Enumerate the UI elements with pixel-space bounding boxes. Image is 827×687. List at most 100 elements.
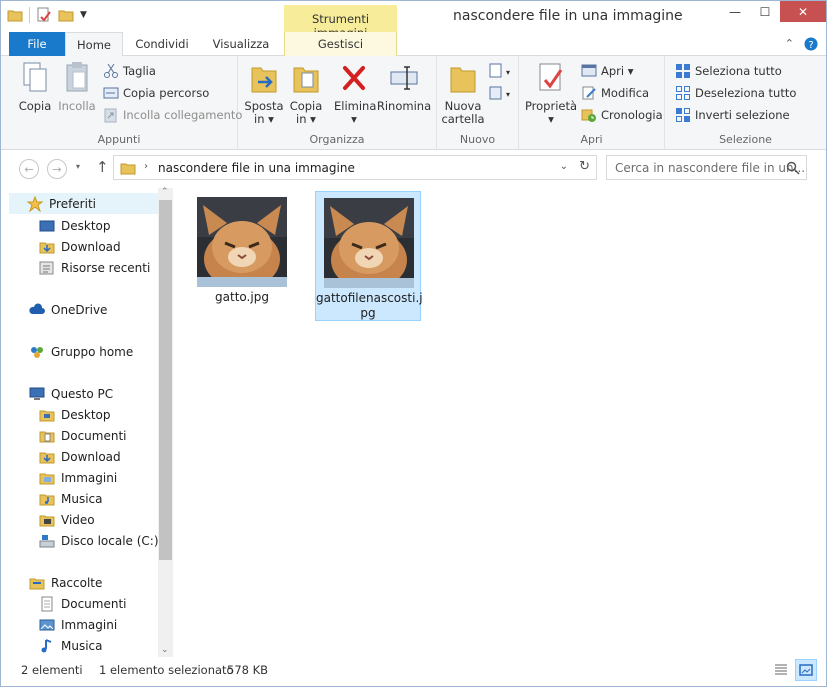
- minimize-button[interactable]: —: [720, 1, 750, 22]
- sposta-in-label: in ▾: [254, 112, 274, 126]
- search-input[interactable]: Cerca in nascondere file in un...: [606, 155, 807, 180]
- nav-item-risorse-recenti[interactable]: Risorse recenti: [39, 257, 150, 278]
- incolla-collegamento-button[interactable]: Incolla collegamento: [103, 105, 242, 125]
- incolla-button[interactable]: Incolla: [57, 60, 97, 113]
- address-bar[interactable]: › nascondere file in una immagine ⌄ ↻: [113, 155, 597, 180]
- nav-item-questo-pc[interactable]: Questo PC: [29, 383, 113, 404]
- nav-item-preferiti[interactable]: Preferiti: [9, 193, 158, 214]
- nav-item-gruppo-home[interactable]: Gruppo home: [29, 341, 133, 362]
- cat-photo-thumbnail: [324, 198, 414, 288]
- address-dropdown-icon[interactable]: ⌄: [560, 161, 568, 172]
- pictures-icon: [39, 619, 55, 630]
- search-placeholder: Cerca in nascondere file in un...: [615, 161, 806, 175]
- recent-locations-icon[interactable]: ▾: [76, 162, 80, 171]
- modifica-label: Modifica: [601, 86, 650, 100]
- sposta-label: Sposta: [244, 99, 284, 113]
- select-all-icon: [676, 64, 690, 78]
- edit-icon: [582, 86, 596, 100]
- nuova-cartella-button[interactable]: Nuova cartella: [441, 60, 485, 126]
- up-arrow-icon[interactable]: ↑: [96, 158, 109, 176]
- forward-button[interactable]: →: [47, 159, 67, 179]
- deseleziona-tutto-button[interactable]: Deseleziona tutto: [675, 83, 796, 103]
- nav-item-pc-immagini[interactable]: Immagini: [39, 467, 117, 488]
- tab-home[interactable]: Home: [65, 32, 123, 57]
- copia-label: Copia: [18, 99, 52, 113]
- scroll-down-icon[interactable]: ⌄: [161, 645, 169, 655]
- nav-item-pc-musica[interactable]: Musica: [39, 488, 103, 509]
- nav-item-disco-locale[interactable]: Disco locale (C:): [39, 530, 159, 551]
- ribbon: Copia Incolla Taglia Copia percorso Inco…: [1, 56, 826, 150]
- refresh-icon[interactable]: ↻: [579, 159, 590, 174]
- svg-text:▾: ▾: [506, 90, 510, 99]
- elimina-button[interactable]: Elimina ▾: [334, 60, 376, 126]
- cronologia-label: Cronologia: [601, 108, 663, 122]
- select-none-icon: [676, 86, 690, 100]
- video-folder-icon: [39, 515, 55, 526]
- sposta-in-button[interactable]: Sposta in ▾: [242, 60, 286, 126]
- apri-button[interactable]: Apri ▾: [581, 61, 634, 81]
- desktop-icon: [39, 220, 55, 231]
- nav-label: Gruppo home: [51, 344, 134, 359]
- nav-item-pc-download[interactable]: Download: [39, 446, 121, 467]
- cronologia-button[interactable]: Cronologia: [581, 105, 663, 125]
- nav-item-raccolte[interactable]: Raccolte: [29, 572, 102, 593]
- search-icon[interactable]: [786, 161, 800, 175]
- tab-file[interactable]: File: [9, 32, 65, 56]
- window-title: nascondere file in una immagine: [453, 8, 683, 24]
- onedrive-cloud-icon: [29, 302, 45, 314]
- group-label: Nuovo: [459, 133, 496, 146]
- scrollbar-thumb[interactable]: [159, 200, 172, 560]
- new-folder-icon[interactable]: [58, 7, 74, 23]
- tab-condividi[interactable]: Condividi: [127, 32, 197, 56]
- scroll-up-icon[interactable]: ⌃: [161, 187, 169, 197]
- navigation-pane: Preferiti Desktop Download Risorse recen…: [1, 187, 173, 657]
- new-item-icon[interactable]: ▾: [489, 63, 511, 79]
- easy-access-icon[interactable]: ▾: [489, 85, 511, 101]
- rinomina-label: Rinomina: [376, 99, 432, 113]
- nav-item-download[interactable]: Download: [39, 236, 121, 257]
- folder-icon: [120, 163, 136, 175]
- copia-in-button[interactable]: Copia in ▾: [287, 60, 325, 126]
- inverti-selezione-label: Inverti selezione: [695, 108, 790, 122]
- rinomina-button[interactable]: Rinomina: [376, 60, 432, 113]
- nav-label: Documenti: [61, 428, 127, 443]
- inverti-selezione-button[interactable]: Inverti selezione: [675, 105, 790, 125]
- customize-qat-icon[interactable]: ▼: [80, 10, 87, 20]
- breadcrumb-chevron-icon[interactable]: ›: [144, 161, 148, 172]
- copia-percorso-button[interactable]: Copia percorso: [103, 83, 209, 103]
- music-note-icon: [41, 638, 52, 652]
- help-icon[interactable]: ?: [804, 37, 818, 51]
- close-button[interactable]: ✕: [780, 1, 826, 22]
- tab-visualizza[interactable]: Visualizza: [205, 32, 277, 56]
- seleziona-tutto-label: Seleziona tutto: [695, 64, 782, 78]
- large-icons-view-button[interactable]: [795, 659, 817, 681]
- proprieta-button[interactable]: Proprietà ▾: [523, 60, 579, 126]
- nav-item-r-documenti[interactable]: Documenti: [39, 593, 127, 614]
- breadcrumb[interactable]: nascondere file in una immagine: [158, 161, 355, 175]
- modifica-button[interactable]: Modifica: [581, 83, 649, 103]
- copia-button[interactable]: Copia: [15, 60, 55, 113]
- nav-item-desktop[interactable]: Desktop: [39, 215, 111, 236]
- nav-item-pc-documenti[interactable]: Documenti: [39, 425, 127, 446]
- nav-label: Download: [61, 239, 121, 254]
- nuova-label: Nuova: [444, 99, 482, 113]
- tab-gestisci[interactable]: Gestisci: [284, 32, 397, 56]
- nav-item-onedrive[interactable]: OneDrive: [29, 299, 107, 320]
- file-item[interactable]: gatto.jpg: [189, 191, 295, 309]
- quick-access-toolbar: ▼: [7, 7, 87, 23]
- nav-item-pc-desktop[interactable]: Desktop: [39, 404, 111, 425]
- taglia-label: Taglia: [123, 64, 156, 78]
- maximize-button[interactable]: ☐: [750, 1, 780, 22]
- properties-icon[interactable]: [36, 7, 52, 23]
- file-item-selected[interactable]: gattofilenascosti.j pg: [315, 191, 423, 321]
- taglia-button[interactable]: Taglia: [103, 61, 156, 81]
- seleziona-tutto-button[interactable]: Seleziona tutto: [675, 61, 782, 81]
- collapse-ribbon-icon[interactable]: ⌃: [785, 37, 794, 51]
- back-button[interactable]: ←: [19, 159, 39, 179]
- nav-item-r-musica[interactable]: Musica: [39, 635, 103, 656]
- nav-item-r-immagini[interactable]: Immagini: [39, 614, 117, 635]
- svg-text:▾: ▾: [506, 68, 510, 77]
- nav-item-pc-video[interactable]: Video: [39, 509, 95, 530]
- folder-icon[interactable]: [7, 7, 23, 23]
- details-view-icon[interactable]: [773, 662, 789, 678]
